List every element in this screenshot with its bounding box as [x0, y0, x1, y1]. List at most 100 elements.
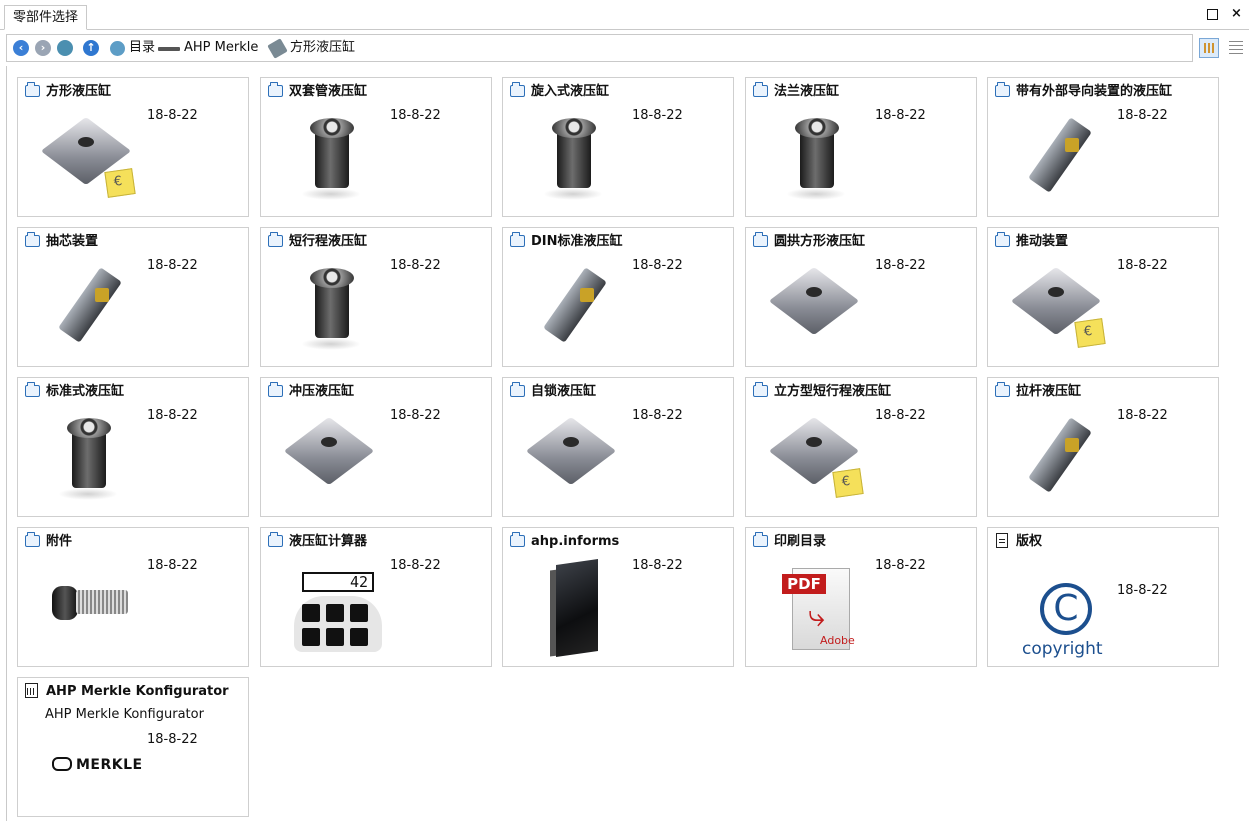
part-tile[interactable]: 自锁液压缸 18-8-22: [502, 377, 734, 517]
slide-accent: [1065, 438, 1079, 452]
cylinder-cap: [310, 118, 354, 138]
tile-title[interactable]: 液压缸计算器: [289, 533, 367, 550]
tile-title[interactable]: 圆拱方形液压缸: [774, 233, 865, 250]
slide-accent: [1065, 138, 1079, 152]
back-icon[interactable]: ‹: [13, 40, 29, 56]
part-tile[interactable]: 冲压液压缸 18-8-22: [260, 377, 492, 517]
calculator-key: [326, 604, 344, 622]
folder-icon: [510, 382, 525, 397]
folder-icon: [753, 82, 768, 97]
tab-bar: 零部件选择 ×: [0, 0, 1249, 30]
part-tile[interactable]: 推动装置 18-8-22: [987, 227, 1219, 367]
part-tile[interactable]: 旋入式液压缸 18-8-22: [502, 77, 734, 217]
tile-title[interactable]: AHP Merkle Konfigurator: [46, 683, 229, 700]
breadcrumb-catalog[interactable]: 目录: [129, 39, 155, 57]
tile-title[interactable]: 法兰液压缸: [774, 83, 839, 100]
tile-date: 18-8-22: [1117, 108, 1168, 123]
tile-title[interactable]: 抽芯装置: [46, 233, 98, 250]
merkle-logo-icon: [158, 47, 180, 51]
part-tile[interactable]: 版权 18-8-22 Ccopyright: [987, 527, 1219, 667]
folder-icon: [753, 382, 768, 397]
tile-title[interactable]: 旋入式液压缸: [531, 83, 609, 100]
part-tile[interactable]: AHP Merkle Konfigurator AHP Merkle Konfig…: [17, 677, 249, 817]
close-icon[interactable]: ×: [1231, 7, 1242, 21]
cylinder-icon: [267, 38, 288, 59]
tile-title[interactable]: 拉杆液压缸: [1016, 383, 1081, 400]
price-note-icon: [104, 168, 136, 198]
forward-icon[interactable]: ›: [35, 40, 51, 56]
part-tile[interactable]: 方形液压缸 18-8-22: [17, 77, 249, 217]
slide-accent: [580, 288, 594, 302]
brochure-cover: [556, 559, 598, 657]
tile-title[interactable]: DIN标准液压缸: [531, 233, 623, 250]
cylinder-body: [315, 280, 349, 338]
tab-parts-selection[interactable]: 零部件选择: [4, 5, 88, 30]
part-tile[interactable]: 短行程液压缸 18-8-22: [260, 227, 492, 367]
part-tile[interactable]: 附件 18-8-22: [17, 527, 249, 667]
home-catalog-icon[interactable]: [57, 40, 73, 56]
slide-body: [58, 267, 122, 343]
tile-view-icon[interactable]: [1199, 38, 1219, 58]
part-tile[interactable]: 抽芯装置 18-8-22: [17, 227, 249, 367]
part-tile[interactable]: 圆拱方形液压缸 18-8-22: [745, 227, 977, 367]
merkle-mark-icon: [52, 757, 72, 771]
part-tile[interactable]: ahp.informs 18-8-22: [502, 527, 734, 667]
tile-title[interactable]: ahp.informs: [531, 533, 619, 550]
part-tile[interactable]: 双套管液压缸 18-8-22: [260, 77, 492, 217]
tile-title[interactable]: 方形液压缸: [46, 83, 111, 100]
tile-date: 18-8-22: [147, 408, 198, 423]
standard-cylinder-image: [58, 408, 118, 503]
folder-icon: [25, 232, 40, 247]
part-tile[interactable]: 法兰液压缸 18-8-22: [745, 77, 977, 217]
part-tile[interactable]: 立方型短行程液压缸 18-8-22: [745, 377, 977, 517]
up-icon[interactable]: ↑: [83, 40, 99, 56]
tile-title[interactable]: 版权: [1016, 533, 1042, 550]
guided-cylinder-image: [1013, 117, 1103, 198]
tile-date: 18-8-22: [632, 258, 683, 273]
adobe-brand: Adobe: [820, 634, 855, 647]
tile-title[interactable]: 自锁液压缸: [531, 383, 596, 400]
tile-title[interactable]: 立方型短行程液压缸: [774, 383, 891, 400]
folder-icon: [510, 232, 525, 247]
core-pull-image: [43, 267, 133, 348]
breadcrumb-square-cylinder[interactable]: 方形液压缸: [290, 39, 355, 57]
price-note-icon: [832, 468, 864, 498]
tile-title[interactable]: 印刷目录: [774, 533, 826, 550]
tile-title[interactable]: 带有外部导向装置的液压缸: [1016, 83, 1172, 100]
copyright-symbol-icon: C: [1040, 583, 1092, 635]
part-tile[interactable]: 液压缸计算器 18-8-22 42: [260, 527, 492, 667]
address-bar: ‹ › ↑ 目录 AHP Merkle 方形液压缸: [6, 34, 1193, 62]
shadow: [301, 188, 361, 200]
breadcrumb-ahp-merkle[interactable]: AHP Merkle: [184, 39, 258, 57]
part-tile[interactable]: 标准式液压缸 18-8-22: [17, 377, 249, 517]
folder-icon: [268, 532, 283, 547]
restore-icon[interactable]: [1207, 9, 1218, 20]
part-tile[interactable]: DIN标准液压缸 18-8-22: [502, 227, 734, 367]
cylinder-body: [800, 130, 834, 188]
block-bore: [806, 287, 822, 297]
pdf-icon: PDF ⤷ Adobe: [782, 562, 858, 658]
tile-date: 18-8-22: [875, 108, 926, 123]
tile-title[interactable]: 推动装置: [1016, 233, 1068, 250]
tile-date: 18-8-22: [1117, 258, 1168, 273]
tile-title[interactable]: 冲压液压缸: [289, 383, 354, 400]
block-body: [525, 416, 617, 486]
brochure-image: [550, 559, 608, 658]
pane-divider: [6, 66, 7, 821]
part-tile[interactable]: 拉杆液压缸 18-8-22: [987, 377, 1219, 517]
list-view-icon[interactable]: [1226, 38, 1246, 58]
folder-icon: [995, 232, 1010, 247]
tile-title[interactable]: 附件: [46, 533, 72, 550]
calculator-image: 42: [288, 566, 388, 656]
part-tile[interactable]: 带有外部导向装置的液压缸 18-8-22: [987, 77, 1219, 217]
calculator-key: [326, 628, 344, 646]
part-tile[interactable]: 印刷目录 18-8-22 PDF ⤷ Adobe: [745, 527, 977, 667]
tile-title[interactable]: 短行程液压缸: [289, 233, 367, 250]
merkle-logo-text: MERKLE: [76, 757, 143, 773]
tile-date: 18-8-22: [1117, 583, 1168, 598]
flange-cylinder-image: [786, 108, 846, 203]
tile-title[interactable]: 标准式液压缸: [46, 383, 124, 400]
tile-title[interactable]: 双套管液压缸: [289, 83, 367, 100]
calculator-display: 42: [302, 572, 374, 592]
folder-icon: [25, 532, 40, 547]
